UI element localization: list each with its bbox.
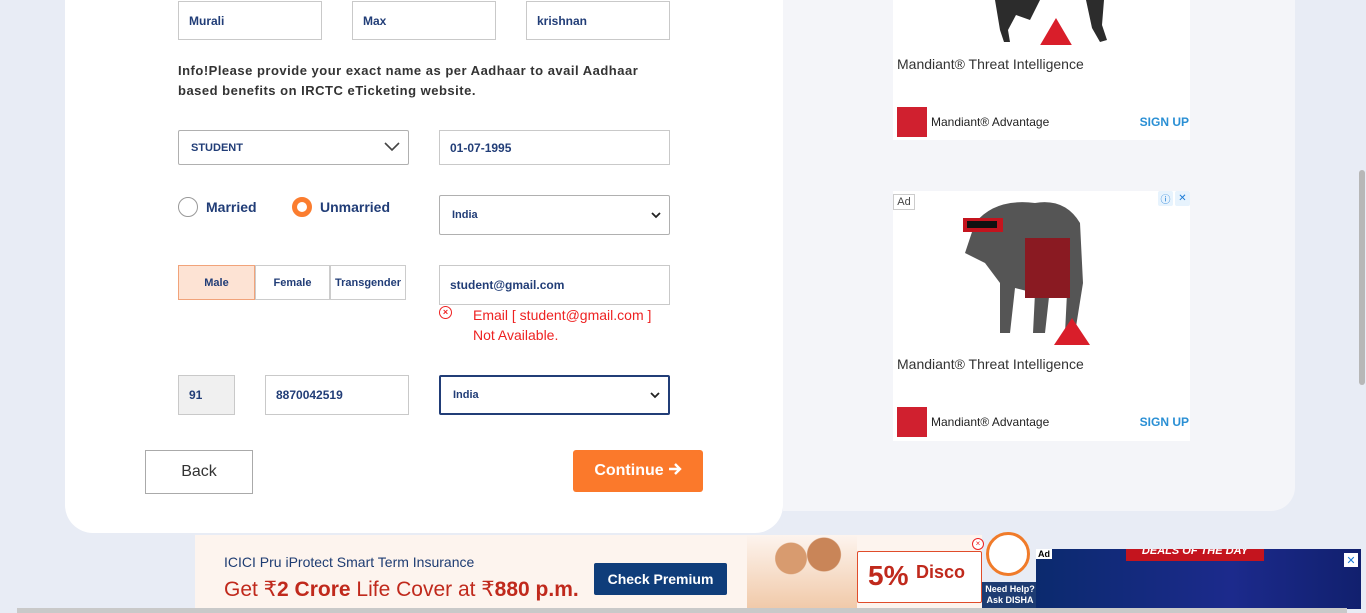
disha-avatar — [986, 532, 1030, 576]
continue-label: Continue — [594, 462, 664, 479]
icici-ad-line2: Get ₹2 Crore Life Cover at ₹880 p.m. — [224, 578, 579, 601]
ad1-title: Mandiant® Threat Intelligence — [897, 56, 1084, 72]
chevron-down-icon — [650, 388, 660, 402]
radio-selected-icon — [292, 197, 312, 217]
icici-ad-line1: ICICI Pru iProtect Smart Term Insurance — [224, 554, 475, 570]
ad-controls[interactable]: ⓘ ✕ — [1158, 191, 1190, 207]
mandiant-logo-icon — [897, 407, 927, 437]
isd-code-field[interactable]: 91 — [178, 375, 235, 415]
mandiant-logo-icon — [897, 107, 927, 137]
disha-label: Need Help? Ask DISHA — [982, 582, 1038, 608]
married-radio[interactable]: Married — [178, 197, 257, 217]
married-label: Married — [206, 199, 257, 215]
dob-field[interactable]: 01-07-1995 — [439, 130, 670, 165]
wolf-image — [955, 193, 1115, 348]
country-value: India — [452, 209, 478, 221]
email-field[interactable]: student@gmail.com — [439, 265, 670, 305]
ad2-brand: Mandiant® Advantage — [931, 415, 1050, 429]
ad1-brand: Mandiant® Advantage — [931, 115, 1050, 129]
occupation-value: STUDENT — [191, 141, 243, 154]
occupation-select[interactable]: STUDENT — [178, 130, 409, 165]
ad-label: Ad — [1036, 549, 1052, 559]
icici-banner-ad[interactable]: ICICI Pru iProtect Smart Term Insurance … — [195, 535, 982, 613]
error-icon: × — [439, 306, 452, 319]
ad2-signup-link[interactable]: SIGN UP — [1140, 415, 1189, 429]
gender-transgender-button[interactable]: Transgender — [330, 265, 406, 300]
scrollbar-thumb[interactable] — [1359, 170, 1365, 385]
chevron-down-icon — [384, 141, 400, 155]
country-select[interactable]: India — [439, 195, 670, 235]
email-error-text: Email [ student@gmail.com ] Not Availabl… — [473, 307, 652, 343]
ad1-signup-link[interactable]: SIGN UP — [1140, 115, 1189, 129]
chevron-down-icon — [651, 208, 661, 222]
gender-male-button[interactable]: Male — [178, 265, 255, 300]
continue-button[interactable]: Continue — [573, 450, 703, 492]
ad1-footer[interactable]: Mandiant® Advantage SIGN UP — [897, 106, 1189, 138]
couple-image — [747, 535, 857, 613]
ad-badge: Ad — [893, 194, 915, 210]
info-icon[interactable]: ⓘ — [1158, 191, 1173, 206]
close-icon[interactable]: × — [972, 538, 984, 550]
nationality-value: India — [453, 389, 479, 401]
unmarried-radio[interactable]: Unmarried — [292, 197, 390, 217]
ad2-footer[interactable]: Mandiant® Advantage SIGN UP — [897, 406, 1189, 438]
close-icon[interactable]: ✕ — [1175, 191, 1190, 206]
arrow-right-icon — [668, 462, 682, 480]
radio-circle-icon — [178, 197, 198, 217]
unmarried-label: Unmarried — [320, 199, 391, 215]
gender-female-button[interactable]: Female — [255, 265, 330, 300]
nationality-select[interactable]: India — [439, 375, 670, 415]
mobile-number-field[interactable]: 8870042519 — [265, 375, 409, 415]
discount-promo[interactable]: 5% Disco — [857, 551, 982, 603]
deals-banner: DEALS OF THE DAY — [1126, 549, 1264, 561]
aadhaar-info-text: Info!Please provide your exact name as p… — [178, 63, 639, 98]
first-name-field[interactable]: Murali — [178, 1, 322, 40]
check-premium-button[interactable]: Check Premium — [594, 563, 727, 595]
horizontal-scrollbar[interactable] — [17, 608, 1347, 613]
ad2-title: Mandiant® Threat Intelligence — [897, 356, 1084, 372]
middle-name-field[interactable]: Max — [352, 1, 496, 40]
deals-of-the-day-ad[interactable]: Ad DEALS OF THE DAY ✕ — [1036, 549, 1361, 609]
wolf-image — [990, 0, 1110, 47]
last-name-field[interactable]: krishnan — [526, 1, 670, 40]
disha-chatbot[interactable]: × Need Help? Ask DISHA — [972, 530, 1038, 613]
back-button[interactable]: Back — [145, 450, 253, 494]
